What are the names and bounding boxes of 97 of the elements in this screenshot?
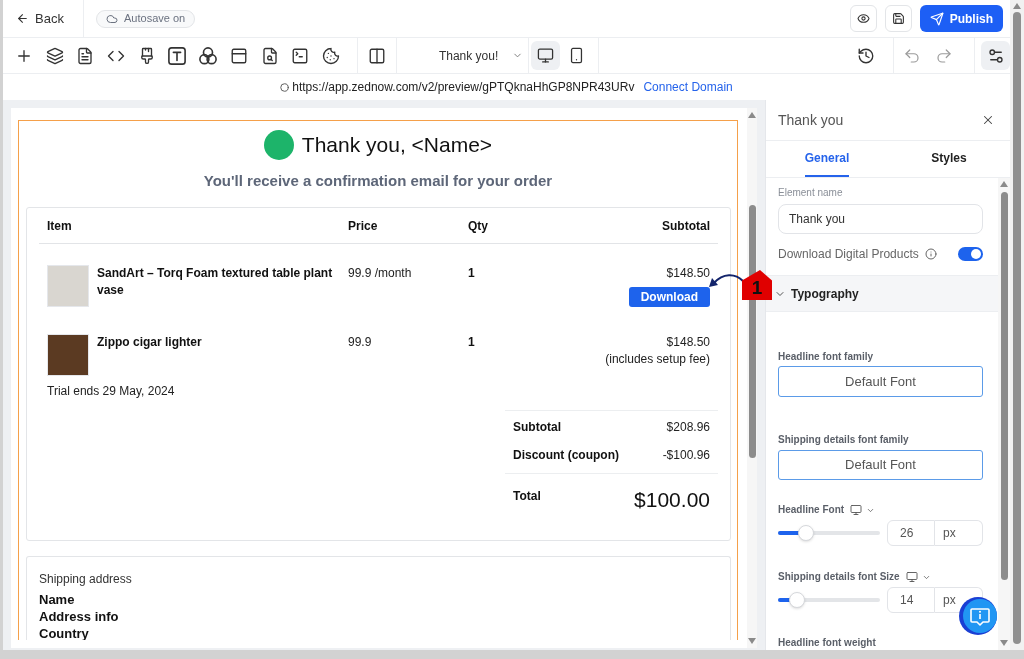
font-size-input[interactable]: 14 <box>887 587 935 613</box>
toggle-switch[interactable] <box>958 247 983 261</box>
slider-track[interactable] <box>778 592 880 608</box>
element-name-input[interactable]: Thank you <box>778 204 983 234</box>
download-button[interactable]: Download <box>628 287 710 307</box>
monitor-icon <box>536 47 554 64</box>
file-search-icon[interactable] <box>260 46 279 65</box>
field-label: Headline font weight <box>778 636 877 650</box>
monitor-icon[interactable] <box>850 504 863 516</box>
autosave-status: Autosave on <box>96 9 196 28</box>
window-icon[interactable] <box>229 46 248 65</box>
back-button[interactable]: Back <box>16 8 64 29</box>
publish-button[interactable]: Publish <box>919 5 1003 32</box>
shipping-line: Country <box>39 625 90 640</box>
panel-tab[interactable]: General <box>766 141 888 177</box>
confirmation-subtitle: You'll receive a confirmation email for your order <box>203 172 553 190</box>
scroll-up-icon[interactable] <box>1000 181 1008 187</box>
curved-arrow-icon <box>708 272 744 290</box>
scrollbar[interactable] <box>1010 0 1024 650</box>
circles-icon[interactable] <box>199 46 218 65</box>
summary-label: Discount (coupon) <box>513 447 619 464</box>
subtotal-note: (includes setup fee) <box>605 351 710 368</box>
field-label: Shipping details font Size <box>778 570 900 584</box>
product-price: 99.9 <box>348 334 373 351</box>
scroll-down-icon[interactable] <box>748 638 756 644</box>
total-label: Total <box>513 488 541 505</box>
document-icon[interactable] <box>76 46 95 65</box>
shipping-line: Address info <box>39 608 120 625</box>
total-value: $100.00 <box>634 488 710 512</box>
settings-button[interactable] <box>981 41 1010 70</box>
font-family-select[interactable]: Default Font <box>778 366 983 397</box>
send-icon <box>929 11 944 26</box>
history-icon[interactable] <box>857 46 875 65</box>
section-header[interactable]: Typography <box>766 275 998 312</box>
slider-track[interactable] <box>778 525 880 541</box>
panel-title: Thank you <box>778 110 844 130</box>
selected-element-outline[interactable] <box>18 120 738 640</box>
save-icon <box>891 12 905 25</box>
shipping-line: Name <box>39 591 76 608</box>
product-subtotal: $148.50 <box>666 265 710 282</box>
columns-icon[interactable] <box>367 46 386 65</box>
product-photo-placeholder <box>47 265 89 307</box>
summary-label: Subtotal <box>513 419 561 436</box>
product-subtotal: $148.50 <box>666 334 710 351</box>
url-text: https://app.zednow.com/v2/preview/gPTQknaHhGP8NPR43URv <box>292 79 635 96</box>
connect-domain-link[interactable]: Connect Domain <box>643 78 733 96</box>
scroll-up-icon[interactable] <box>748 112 756 118</box>
terminal-icon[interactable] <box>291 46 310 65</box>
field-label: Element name <box>778 186 844 200</box>
save-button[interactable] <box>884 5 912 32</box>
font-family-select[interactable]: Default Font <box>778 450 983 480</box>
scrollbar-thumb[interactable] <box>1013 12 1021 644</box>
info-icon[interactable] <box>924 248 937 260</box>
product-name: Zippo cigar lighter <box>97 334 203 351</box>
toggle-label: Download Digital Products <box>778 246 919 263</box>
scrollbar-thumb[interactable] <box>1000 192 1008 580</box>
scroll-down-icon[interactable] <box>1000 640 1008 646</box>
sliders-icon <box>986 46 1005 65</box>
summary-value: -$100.96 <box>662 447 710 464</box>
redo-icon[interactable] <box>935 46 953 65</box>
field-label: Shipping details font family <box>778 433 910 447</box>
column-header: Price <box>348 218 379 234</box>
undo-icon[interactable] <box>903 46 921 65</box>
product-photo-placeholder <box>47 334 89 376</box>
summary-value: $208.96 <box>666 419 710 436</box>
monitor-icon[interactable] <box>905 571 918 583</box>
eye-icon <box>856 12 870 25</box>
slider-thumb[interactable] <box>789 592 806 608</box>
trial-note: Trial ends 29 May, 2024 <box>46 383 176 400</box>
column-header: Item <box>47 218 73 234</box>
status-circle-icon <box>280 82 290 92</box>
panel-tab[interactable]: Styles <box>888 141 1010 177</box>
desktop-view-button[interactable] <box>530 41 560 70</box>
scrollbar[interactable] <box>998 178 1010 650</box>
thank-you-title: Thank you, <Name> <box>301 132 493 158</box>
product-quantity: 1 <box>468 265 476 282</box>
product-name: SandArt – Torq Foam textured table plant vase <box>97 265 333 299</box>
column-header: Qty <box>468 218 489 234</box>
shipping-title: Shipping address <box>39 571 133 587</box>
field-label: Headline Font <box>778 503 845 517</box>
text-icon[interactable] <box>168 46 187 65</box>
page-select[interactable]: Thank you! <box>438 46 524 65</box>
cloud-icon <box>106 12 118 25</box>
cookie-icon[interactable] <box>321 46 340 65</box>
arrow-left-icon <box>16 12 29 25</box>
slider-thumb[interactable] <box>797 525 814 541</box>
scroll-up-icon[interactable] <box>1013 3 1021 9</box>
font-size-input[interactable]: 26 <box>887 520 935 546</box>
field-label: Headline font family <box>778 350 874 364</box>
chat-help-icon[interactable] <box>959 596 999 636</box>
product-quantity: 1 <box>468 334 476 351</box>
product-price: 99.9 /month <box>348 265 413 282</box>
close-icon[interactable] <box>981 113 995 127</box>
preview-button[interactable] <box>849 5 877 32</box>
layers-icon[interactable] <box>45 46 64 65</box>
unit-label: px <box>935 520 983 546</box>
column-header: Subtotal <box>661 218 710 234</box>
